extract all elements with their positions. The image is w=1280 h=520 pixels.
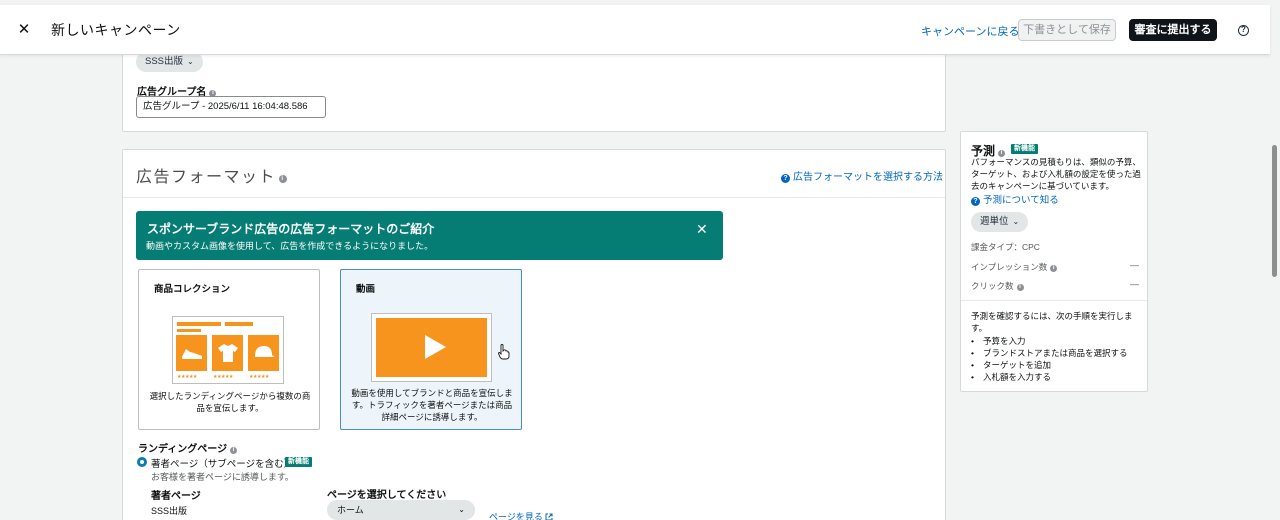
question-icon: ? (971, 197, 980, 206)
billing-type: 課金タイプ：CPC (971, 242, 1040, 252)
question-icon: ? (781, 174, 790, 183)
author-page-label: 著者ページ (151, 491, 201, 502)
video-frame (376, 318, 487, 377)
format-tile-description: 選択したランディングページから複数の商品を宣伝します。 (149, 391, 311, 413)
author-page-option-desc: お客様を著者ページに誘導します。 (151, 472, 294, 482)
info-icon[interactable]: i (230, 447, 238, 454)
view-page-link[interactable]: ページを見る (489, 510, 553, 520)
divider (961, 300, 1147, 301)
banner-subtitle: 動画やカスタム画像を使用して、広告を作成できるようになりました。 (146, 241, 434, 251)
brand-selector[interactable]: SSS出版 ⌄ (136, 52, 203, 72)
info-icon[interactable]: i (1050, 265, 1058, 272)
format-tile-title: 商品コレクション (154, 284, 231, 295)
landing-page-label-text: ランディングページ (138, 444, 228, 455)
select-page-label: ページを選択してください (327, 490, 447, 501)
format-tile-product-collection[interactable]: 商品コレクション ★★★★★ ★★★★★ ★★★★★ 選択したランディングページ… (138, 269, 320, 430)
clicks-value: — (1130, 279, 1139, 289)
format-tile-video[interactable]: 動画 動画を使用してブランドと商品を宣伝します。トラフィックを著者ページまたは商… (340, 269, 522, 430)
divider (123, 197, 945, 198)
ad-format-title-text: 広告フォーマット (136, 169, 277, 186)
forecast-card: 予測 i 新機能 パフォーマンスの見積もりは、類似の予算、ターゲット、および入札額… (960, 131, 1148, 392)
author-page-value: SSS出版 (151, 506, 188, 516)
submit-review-button[interactable]: 審査に提出する (1129, 19, 1217, 41)
list-item: 予算を入力 (971, 335, 1143, 347)
author-page-option-label[interactable]: 著者ページ（サブページを含む） (151, 456, 293, 470)
play-icon (425, 335, 446, 359)
headline-bar (177, 322, 221, 326)
scrollbar-thumb[interactable] (1272, 145, 1277, 277)
forecast-description: パフォーマンスの見積もりは、類似の予算、ターゲット、および入札額の設定を使った過… (971, 157, 1141, 191)
rating-stars: ★★★★★ (249, 374, 269, 380)
period-selector-label: 週単位 (980, 216, 1009, 227)
ad-format-howto-link[interactable]: ? 広告フォーマットを選択する方法 (781, 168, 943, 183)
product-collection-illustration: ★★★★★ ★★★★★ ★★★★★ (172, 316, 284, 384)
rating-stars: ★★★★★ (177, 374, 197, 380)
new-badge: 新機能 (285, 457, 312, 467)
view-page-link-text: ページを見る (489, 512, 543, 520)
top-bar: ✕ 新しいキャンペーン キャンペーンに戻る 下書きとして保存 審査に提出する ? (0, 5, 1270, 55)
ad-format-howto-text: 広告フォーマットを選択する方法 (793, 172, 943, 183)
author-page-radio[interactable] (137, 457, 147, 467)
close-icon[interactable]: ✕ (696, 221, 708, 238)
headline-bar (225, 322, 253, 326)
format-tile-title: 動画 (356, 284, 376, 295)
impressions-label: インプレッション数 i (971, 261, 1058, 273)
forecast-learn-text: 予測について知る (983, 195, 1059, 206)
ad-format-title: 広告フォーマット i (136, 163, 288, 187)
info-icon[interactable]: i (1016, 284, 1024, 291)
clicks-label-text: クリック数 (971, 281, 1014, 291)
back-to-campaign-link[interactable]: キャンペーンに戻る (921, 23, 1019, 39)
page-title: 新しいキャンペーン (51, 22, 181, 38)
list-item: ブランドストアまたは商品を選択する (971, 347, 1143, 359)
new-badge: 新機能 (1011, 144, 1038, 154)
list-item: ターゲットを追加 (971, 359, 1143, 371)
chevron-down-icon: ⌄ (458, 505, 465, 514)
page-select-value: ホーム (337, 505, 364, 515)
chevron-down-icon: ⌄ (187, 57, 194, 66)
rating-stars: ★★★★★ (213, 374, 233, 380)
scrollbar-track[interactable] (1270, 55, 1280, 520)
list-item: 入札額を入力する (971, 371, 1143, 383)
ad-group-name-input[interactable]: 広告グループ - 2025/6/11 16:04:48.586 (136, 96, 326, 118)
forecast-steps-list: 予算を入力 ブランドストアまたは商品を選択する ターゲットを追加 入札額を入力す… (971, 335, 1143, 383)
pointer-hand-icon (498, 344, 510, 363)
ad-format-card: 広告フォーマット i ? 広告フォーマットを選択する方法 スポンサーブランド広告の広… (122, 149, 946, 520)
clicks-label: クリック数 i (971, 280, 1024, 292)
cap-icon (248, 335, 279, 371)
close-icon[interactable]: ✕ (14, 20, 34, 40)
landing-page-label: ランディングページ i (138, 440, 238, 455)
banner-title: スポンサーブランド広告の広告フォーマットのご紹介 (147, 222, 435, 236)
intro-banner: スポンサーブランド広告の広告フォーマットのご紹介 動画やカスタム画像を使用して、… (136, 211, 723, 260)
format-tile-description: 動画を使用してブランドと商品を宣伝します。トラフィックを著者ページまたは商品詳細… (351, 388, 513, 422)
info-icon[interactable]: i (279, 175, 288, 183)
shoe-icon (176, 335, 207, 371)
subheadline-bar (177, 329, 201, 332)
forecast-steps-intro: 予測を確認するには、次の手順を実行します。 (971, 311, 1133, 333)
video-illustration (371, 313, 492, 382)
forecast-learn-link[interactable]: ? 予測について知る (971, 192, 1059, 206)
help-icon[interactable]: ? (1238, 25, 1249, 36)
shirt-icon (212, 335, 243, 371)
brand-selector-label: SSS出版 (145, 56, 184, 67)
impressions-label-text: インプレッション数 (971, 262, 1048, 272)
chevron-down-icon: ⌄ (1012, 217, 1020, 226)
save-draft-button[interactable]: 下書きとして保存 (1018, 19, 1116, 41)
page-select-dropdown[interactable]: ホーム ⌄ (327, 500, 475, 520)
impressions-value: — (1130, 260, 1139, 270)
external-link-icon (545, 513, 553, 520)
period-selector[interactable]: 週単位 ⌄ (971, 212, 1029, 232)
